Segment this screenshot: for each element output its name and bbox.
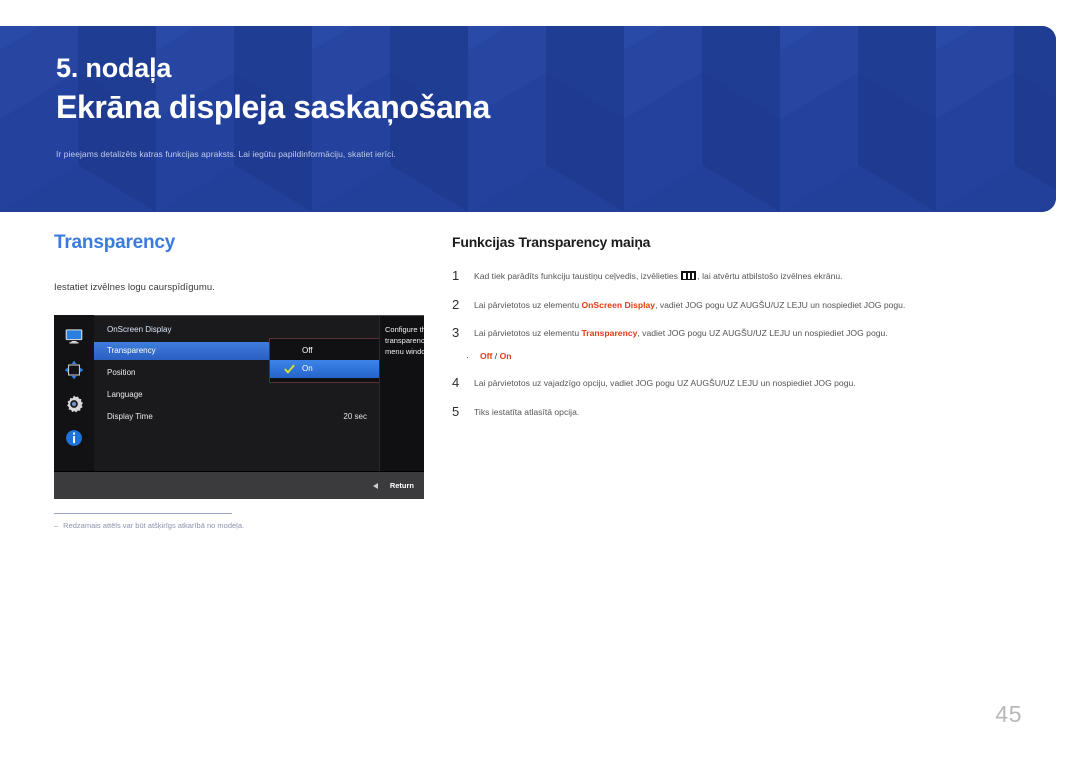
osd-row-label: Transparency <box>107 346 156 355</box>
osd-footer-bar: Return <box>54 471 424 499</box>
step-text: Kad tiek parādīts funkciju taustiņu ceļv… <box>474 269 843 283</box>
gear-settings-icon[interactable] <box>64 394 84 414</box>
osd-option-label: On <box>302 364 313 373</box>
option-off: Off <box>480 350 493 361</box>
step-text-pre: Lai pārvietotos uz elementu <box>474 299 582 310</box>
step-highlight: Transparency <box>581 328 638 339</box>
position-arrows-icon[interactable] <box>64 360 84 380</box>
section-description: Iestatiet izvēlnes logu caurspīdīgumu. <box>54 282 215 293</box>
step-text-pre: Kad tiek parādīts funkciju taustiņu ceļv… <box>474 271 681 281</box>
osd-description-panel: Configure the transparency of the menu w… <box>379 315 424 471</box>
steps-heading: Funkcijas Transparency maiņa <box>452 234 651 250</box>
step-text-post: , vadiet JOG pogu UZ AUGŠU/UZ LEJU un no… <box>655 299 906 310</box>
chapter-number: 5. nodaļa <box>56 53 172 83</box>
page-number: 45 <box>995 701 1022 727</box>
step-number: 5 <box>452 403 460 419</box>
step-text: Tiks iestatīta atlasītā opcija. <box>474 405 579 419</box>
step-text-post: , lai atvērtu atbilstošo izvēlnes ekrānu… <box>697 271 843 281</box>
footnote-dash: ‒ <box>54 521 59 530</box>
step-number: 1 <box>452 268 460 283</box>
step-text-pre: Tiks iestatīta atlasītā opcija. <box>474 406 580 417</box>
chapter-subtitle: Ir pieejams detalizēts katras funkcijas … <box>56 148 396 159</box>
footnote: ‒ Redzamais attēls var būt atšķirīgs atk… <box>54 521 284 530</box>
step-text: Lai pārvietotos uz vajadzīgo opciju, vad… <box>474 376 856 390</box>
osd-menu-panel: OnScreen Display Transparency Position L… <box>94 315 404 471</box>
step-number: 4 <box>452 374 460 390</box>
step-item: 2 Lai pārvietotos uz elementu OnScreen D… <box>452 298 1042 312</box>
option-on: On <box>499 350 512 361</box>
page-title: Transparency <box>54 232 176 253</box>
step-number: 2 <box>452 296 460 312</box>
checkmark-icon <box>284 364 295 374</box>
chapter-banner: 5. nodaļa Ekrāna displeja saskaņošana Ir… <box>0 26 1056 212</box>
bullet-dot: · <box>466 351 469 362</box>
osd-row-value: 20 sec <box>343 412 367 421</box>
osd-option-label: Off <box>302 346 313 355</box>
steps-list: 1 Kad tiek parādīts funkciju taustiņu ce… <box>452 269 1042 418</box>
osd-row-language[interactable]: Language <box>94 386 379 404</box>
footnote-divider <box>54 513 232 514</box>
footnote-text: Redzamais attēls var būt atšķirīgs atkar… <box>63 521 245 530</box>
step-text-pre: Lai pārvietotos uz vajadzīgo opciju, vad… <box>474 377 856 388</box>
osd-row-label: Position <box>107 368 136 377</box>
osd-row-label: Display Time <box>107 412 153 421</box>
step-text: Lai pārvietotos uz elementu OnScreen Dis… <box>474 298 905 312</box>
step-item: 1 Kad tiek parādīts funkciju taustiņu ce… <box>452 269 1042 283</box>
footnote-block: ‒ Redzamais attēls var būt atšķirīgs atk… <box>54 513 284 530</box>
chapter-title: Ekrāna displeja saskaņošana <box>56 88 490 125</box>
options-bullet: · Off / On <box>452 351 1042 363</box>
osd-description-text: Configure the transparency of the menu w… <box>385 325 424 356</box>
step-number: 3 <box>452 325 460 341</box>
osd-row-label: Language <box>107 390 143 399</box>
step-item: 3 Lai pārvietotos uz elementu Transparen… <box>452 326 1042 340</box>
right-column: Funkcijas Transparency maiņa 1 Kad tiek … <box>452 234 1042 433</box>
step-highlight: OnScreen Display <box>581 299 656 310</box>
option-separator: / <box>492 350 500 361</box>
step-text: Lai pārvietotos uz elementu Transparency… <box>474 326 888 340</box>
step-item: 4 Lai pārvietotos uz vajadzīgo opciju, v… <box>452 376 1042 390</box>
step-text-pre: Lai pārvietotos uz elementu <box>474 328 582 339</box>
return-arrow-icon <box>373 483 378 489</box>
information-icon[interactable] <box>64 428 84 448</box>
menu-icon <box>681 271 697 280</box>
osd-row-display-time[interactable]: Display Time 20 sec <box>94 408 379 426</box>
display-monitor-icon[interactable] <box>64 326 84 346</box>
left-column: Transparency Iestatiet izvēlnes logu cau… <box>54 232 434 530</box>
osd-icon-rail <box>54 315 94 471</box>
step-item: 5 Tiks iestatīta atlasītā opcija. <box>452 405 1042 419</box>
osd-menu-title: OnScreen Display <box>107 325 172 334</box>
bullet-options: Off / On <box>480 351 512 363</box>
osd-return-label[interactable]: Return <box>390 481 414 490</box>
step-text-post: , vadiet JOG pogu UZ AUGŠU/UZ LEJU un no… <box>637 328 888 339</box>
osd-screenshot: OnScreen Display Transparency Position L… <box>54 315 424 499</box>
